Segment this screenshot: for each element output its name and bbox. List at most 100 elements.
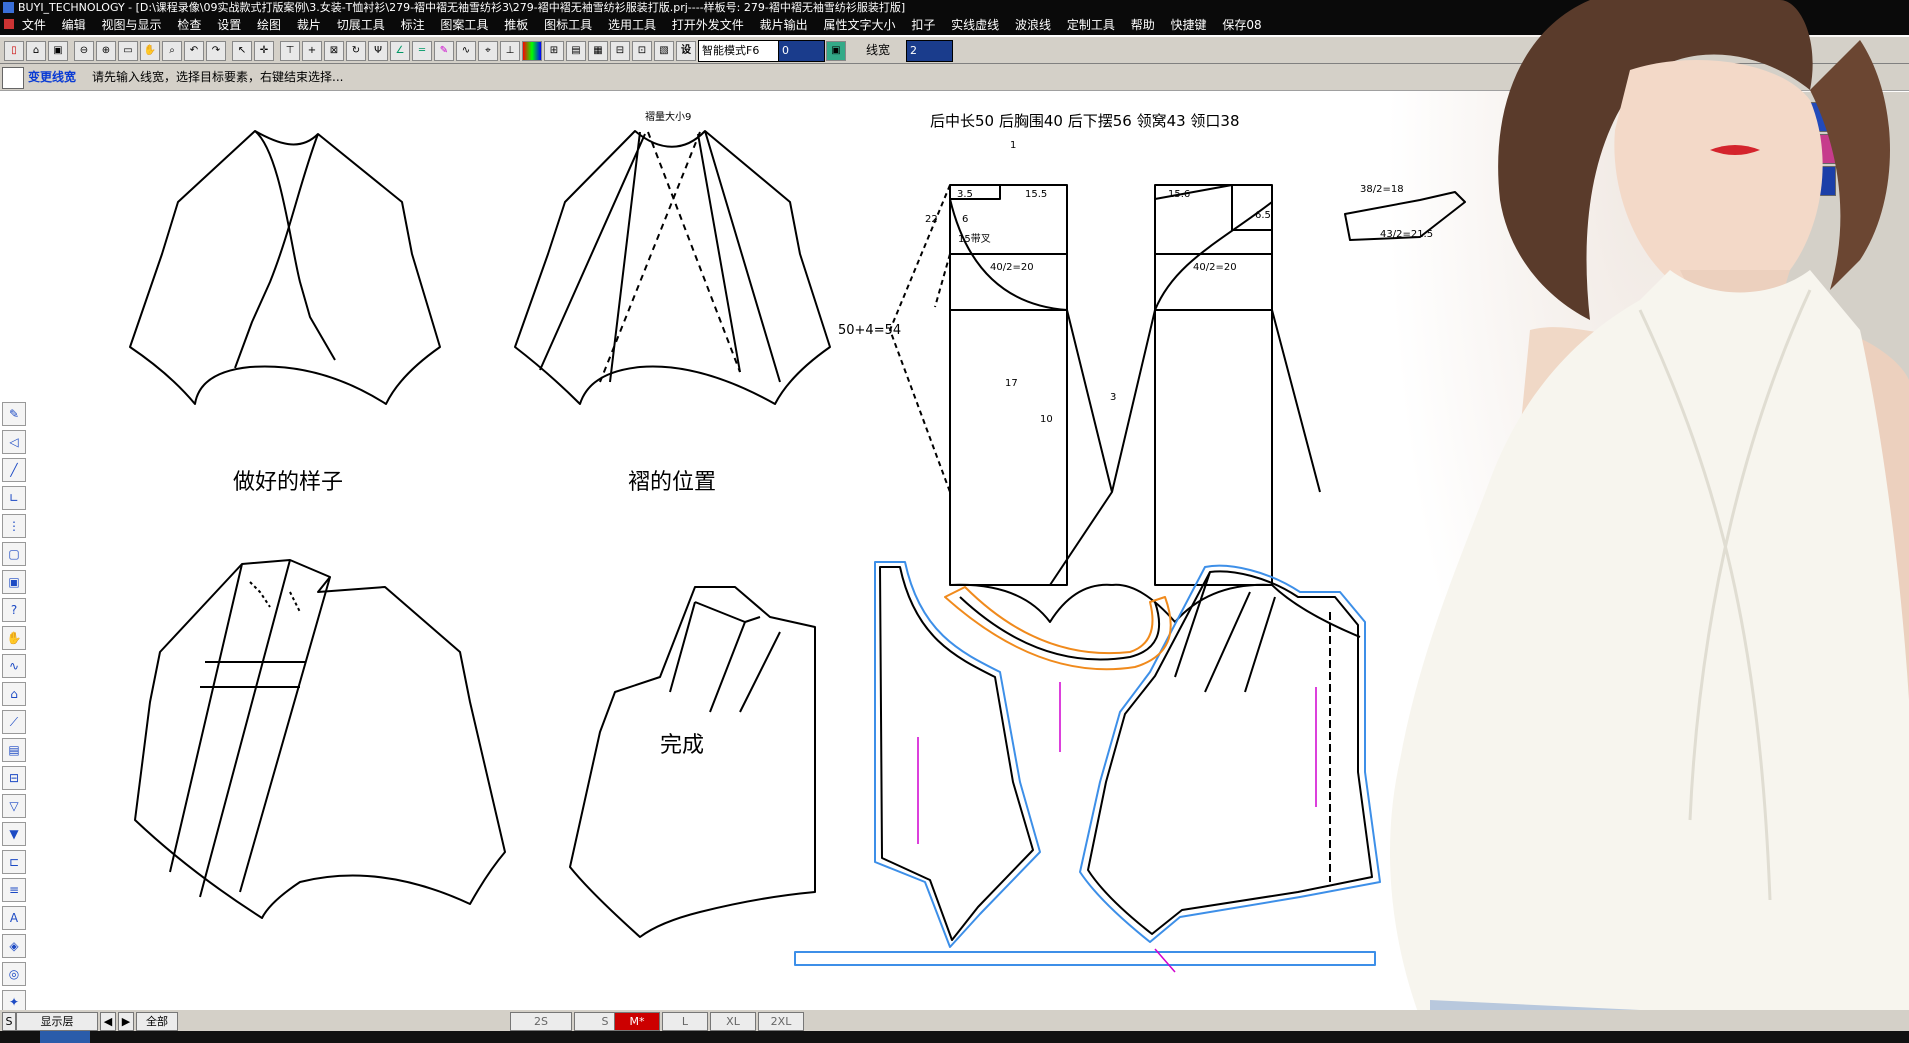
menu-slash-tools[interactable]: 切展工具 bbox=[337, 18, 385, 32]
menu-pattern-tools[interactable]: 图案工具 bbox=[440, 18, 488, 32]
rotate-tool-icon[interactable]: ◎ bbox=[2, 962, 26, 986]
fold-tool-icon[interactable]: ⊏ bbox=[2, 850, 26, 874]
layer-tool-icon[interactable]: ⊟ bbox=[2, 766, 26, 790]
pattern-line bbox=[1111, 309, 1321, 493]
menu-select-tools[interactable]: 选用工具 bbox=[608, 18, 656, 32]
undo-icon[interactable]: ↶ bbox=[184, 41, 204, 61]
all-sizes-button[interactable]: 全部 bbox=[136, 1012, 178, 1031]
save-icon[interactable]: ▣ bbox=[48, 41, 68, 61]
curve-tool-icon[interactable]: ∿ bbox=[2, 654, 26, 678]
zoom-window-icon[interactable]: ⌕ bbox=[162, 41, 182, 61]
extra-icon[interactable]: ▧ bbox=[654, 41, 674, 61]
curve-icon[interactable]: ∿ bbox=[456, 41, 476, 61]
label-dim: 6 bbox=[962, 214, 968, 225]
layer-display-button[interactable]: 显示层 bbox=[16, 1012, 98, 1031]
pen-tool-icon[interactable]: ✎ bbox=[2, 402, 26, 426]
window-title: BUYI_TECHNOLOGY - [D:\课程录像\09实战款式打版案例\3.… bbox=[18, 1, 906, 14]
value-input[interactable]: 0 bbox=[778, 40, 825, 62]
menu-buttons[interactable]: 扣子 bbox=[911, 18, 935, 32]
apply-icon[interactable]: ▣ bbox=[826, 41, 846, 61]
line-tool-icon[interactable]: ╱ bbox=[2, 458, 26, 482]
blend-icon[interactable]: ⊞ bbox=[544, 41, 564, 61]
grid-snap-icon[interactable]: ⊠ bbox=[324, 41, 344, 61]
measure-icon[interactable]: ⊥ bbox=[500, 41, 520, 61]
image-icon[interactable]: ▤ bbox=[566, 41, 586, 61]
label-dim: 1 bbox=[1010, 140, 1016, 151]
prev-arrow-icon[interactable]: ◀ bbox=[100, 1012, 116, 1031]
menu-view[interactable]: 视图与显示 bbox=[102, 18, 162, 32]
save-tool-icon[interactable]: ▤ bbox=[2, 738, 26, 762]
menu-save08[interactable]: 保存08 bbox=[1222, 18, 1261, 32]
taskbar bbox=[0, 1031, 1909, 1043]
label-chest-right: 40/2=20 bbox=[1193, 262, 1237, 273]
help-tool-icon[interactable]: ? bbox=[2, 598, 26, 622]
linewidth-input[interactable]: 2 bbox=[906, 40, 953, 62]
menu-piece-output[interactable]: 裁片输出 bbox=[760, 18, 808, 32]
size-m-active[interactable]: M* bbox=[614, 1012, 660, 1031]
color-palette-icon[interactable] bbox=[522, 41, 542, 61]
redo-icon[interactable]: ↷ bbox=[206, 41, 226, 61]
point-select-icon[interactable]: ✛ bbox=[254, 41, 274, 61]
layout-icon[interactable]: ▦ bbox=[588, 41, 608, 61]
size-2xl[interactable]: 2XL bbox=[758, 1012, 804, 1031]
rect-tool-icon[interactable]: ▢ bbox=[2, 542, 26, 566]
size-xl[interactable]: XL bbox=[710, 1012, 756, 1031]
taskbar-app-button[interactable] bbox=[40, 1031, 90, 1043]
mirror-tool-icon[interactable]: ⋮ bbox=[2, 514, 26, 538]
next-arrow-icon[interactable]: ▶ bbox=[118, 1012, 134, 1031]
pan-hand-icon[interactable]: ✋ bbox=[140, 41, 160, 61]
angle-icon[interactable]: ∠ bbox=[390, 41, 410, 61]
neckband-seam bbox=[944, 586, 1172, 671]
pen-color-icon[interactable]: ✎ bbox=[434, 41, 454, 61]
fork-icon[interactable]: Ψ bbox=[368, 41, 388, 61]
menu-custom-tools[interactable]: 定制工具 bbox=[1067, 18, 1115, 32]
text-tool-icon[interactable]: 设 bbox=[676, 41, 696, 61]
menu-file[interactable]: 文件 bbox=[22, 18, 46, 32]
zoom-out-icon[interactable]: ⊖ bbox=[74, 41, 94, 61]
parallel-icon[interactable]: ═ bbox=[412, 41, 432, 61]
ruler-tool-icon[interactable]: ⟋ bbox=[2, 710, 26, 734]
new-file-icon[interactable]: ▯ bbox=[4, 41, 24, 61]
open-folder-icon[interactable]: ⌂ bbox=[26, 41, 46, 61]
menu-draw[interactable]: 绘图 bbox=[257, 18, 281, 32]
pleat-tool-icon[interactable]: ▼ bbox=[2, 822, 26, 846]
seam-icon[interactable]: ⊟ bbox=[610, 41, 630, 61]
select-arrow-icon[interactable]: ↖ bbox=[232, 41, 252, 61]
align-tool-icon[interactable]: ≡ bbox=[2, 878, 26, 902]
arrow-tool-icon[interactable]: ◁ bbox=[2, 430, 26, 454]
menu-grading[interactable]: 推板 bbox=[504, 18, 528, 32]
menu-edit[interactable]: 编辑 bbox=[62, 18, 86, 32]
hand-tool-icon[interactable]: ✋ bbox=[2, 626, 26, 650]
menu-pieces[interactable]: 裁片 bbox=[297, 18, 321, 32]
menu-attr-text-size[interactable]: 属性文字大小 bbox=[823, 18, 895, 32]
menu-shortcuts[interactable]: 快捷键 bbox=[1171, 18, 1207, 32]
mode-select[interactable]: 智能模式F6 bbox=[698, 40, 779, 62]
notch-icon[interactable]: ⌖ bbox=[478, 41, 498, 61]
menu-open-external[interactable]: 打开外发文件 bbox=[672, 18, 744, 32]
mark-icon[interactable]: ⊡ bbox=[632, 41, 652, 61]
menu-icon-tools[interactable]: 图标工具 bbox=[544, 18, 592, 32]
cross-icon[interactable]: + bbox=[302, 41, 322, 61]
menu-check[interactable]: 检查 bbox=[177, 18, 201, 32]
frame-tool-icon[interactable]: ▣ bbox=[2, 570, 26, 594]
menu-wave-line[interactable]: 波浪线 bbox=[1015, 18, 1051, 32]
size-l[interactable]: L bbox=[662, 1012, 708, 1031]
fill-tool-icon[interactable]: ◈ bbox=[2, 934, 26, 958]
zoom-in-icon[interactable]: ⊕ bbox=[96, 41, 116, 61]
menu-settings[interactable]: 设置 bbox=[217, 18, 241, 32]
pattern-curve bbox=[949, 583, 1113, 623]
dimension-icon[interactable]: ⊤ bbox=[280, 41, 300, 61]
menu-annotate[interactable]: 标注 bbox=[401, 18, 425, 32]
measure-tool-icon[interactable]: ⌂ bbox=[2, 682, 26, 706]
size-2s[interactable]: 2S bbox=[510, 1012, 572, 1031]
text-tool-icon[interactable]: A bbox=[2, 906, 26, 930]
rotate-icon[interactable]: ↻ bbox=[346, 41, 366, 61]
menu-help[interactable]: 帮助 bbox=[1131, 18, 1155, 32]
dart-tool-icon[interactable]: ▽ bbox=[2, 794, 26, 818]
label-dim: 22 bbox=[925, 214, 938, 225]
menu-solid-dashed[interactable]: 实线虚线 bbox=[951, 18, 999, 32]
angle-tool-icon[interactable]: ∟ bbox=[2, 486, 26, 510]
label-dim: 3.5 bbox=[957, 189, 973, 200]
fit-screen-icon[interactable]: ▭ bbox=[118, 41, 138, 61]
seam-piece-back bbox=[874, 561, 1041, 948]
